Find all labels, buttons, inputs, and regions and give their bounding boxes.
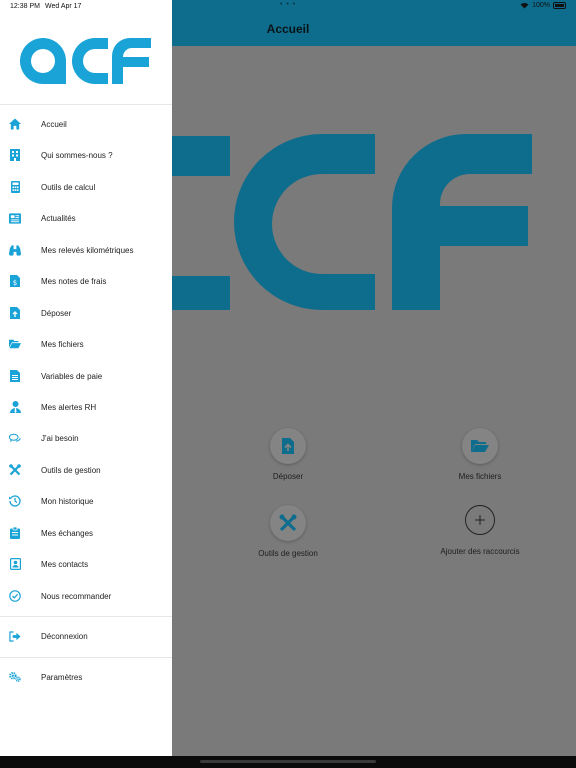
clipboard-icon xyxy=(9,527,21,539)
home-bar xyxy=(0,756,576,768)
file-upload-icon xyxy=(270,428,306,464)
binoculars-icon xyxy=(9,244,21,256)
drawer-item-deposer[interactable]: Déposer xyxy=(0,299,172,327)
document-icon xyxy=(9,370,21,382)
check-circle-icon xyxy=(9,590,21,602)
wifi-icon xyxy=(520,2,529,9)
history-icon xyxy=(9,495,21,507)
receipt-icon: $ xyxy=(9,275,21,287)
drawer-item-label: Accueil xyxy=(41,119,67,129)
drawer-item-outils-de-gestion[interactable]: Outils de gestion xyxy=(0,456,172,484)
drawer-item-actualites[interactable]: Actualités xyxy=(0,204,172,232)
calculator-icon xyxy=(9,181,21,193)
drawer-item-label: Déconnexion xyxy=(41,631,88,641)
shortcut-label: Outils de gestion xyxy=(258,549,318,558)
status-date: Wed Apr 17 xyxy=(45,3,82,10)
tools-icon xyxy=(270,505,306,541)
user-tie-icon xyxy=(9,401,21,413)
drawer-item-accueil[interactable]: Accueil xyxy=(0,110,172,138)
shortcut-outils-de-gestion[interactable]: Outils de gestion xyxy=(208,505,368,558)
status-bar: 12:38 PM Wed Apr 17 • • • 100% xyxy=(0,0,576,14)
drawer-item-label: J'ai besoin xyxy=(41,433,79,443)
drawer-item-label: Nous recommander xyxy=(41,591,112,601)
shortcut-label: Déposer xyxy=(272,472,304,481)
drawer-item-outils-de-calcul[interactable]: Outils de calcul xyxy=(0,173,172,201)
drawer-item-mes-contacts[interactable]: Mes contacts xyxy=(0,550,172,578)
drawer-item-parametres[interactable]: Paramètres xyxy=(0,663,172,691)
svg-text:$: $ xyxy=(13,279,17,287)
shortcut-ajouter[interactable]: Ajouter des raccourcis xyxy=(400,505,560,556)
drawer-item-label: Mon historique xyxy=(41,496,94,506)
drawer-item-label: Qui sommes-nous ? xyxy=(41,150,113,160)
home-icon xyxy=(9,118,21,130)
drawer-item-label: Paramètres xyxy=(41,672,83,682)
folder-open-icon xyxy=(9,338,21,350)
chat-bubbles-icon xyxy=(9,432,21,444)
navigation-drawer: Accueil Qui sommes-nous ? Outils de calc… xyxy=(0,0,172,756)
shortcut-label: Ajouter des raccourcis xyxy=(440,547,520,556)
divider xyxy=(0,657,172,658)
drawer-item-variables-de-paie[interactable]: Variables de paie xyxy=(0,362,172,390)
drawer-item-mes-echanges[interactable]: Mes échanges xyxy=(0,519,172,547)
building-icon xyxy=(9,149,21,161)
divider xyxy=(0,104,172,105)
acf-logo xyxy=(20,38,151,84)
battery-icon xyxy=(553,2,566,9)
drawer-item-alertes-rh[interactable]: Mes alertes RH xyxy=(0,393,172,421)
drawer-item-releves-kilometriques[interactable]: Mes relevés kilométriques xyxy=(0,236,172,264)
drawer-item-label: Mes notes de frais xyxy=(41,276,107,286)
drawer-item-label: Mes échanges xyxy=(41,528,94,538)
drawer-item-label: Variables de paie xyxy=(41,371,103,381)
contact-card-icon xyxy=(9,558,21,570)
drawer-item-notes-de-frais[interactable]: $ Mes notes de frais xyxy=(0,267,172,295)
drawer-item-mes-fichiers[interactable]: Mes fichiers xyxy=(0,330,172,358)
drawer-item-nous-recommander[interactable]: Nous recommander xyxy=(0,582,172,610)
home-indicator[interactable] xyxy=(200,760,376,763)
shortcut-deposer[interactable]: Déposer xyxy=(208,428,368,481)
status-time: 12:38 PM xyxy=(10,3,40,10)
drawer-item-label: Outils de calcul xyxy=(41,182,96,192)
sign-out-icon xyxy=(9,630,21,642)
drawer-item-label: Mes alertes RH xyxy=(41,402,97,412)
drawer-item-label: Mes relevés kilométriques xyxy=(41,245,134,255)
tools-icon xyxy=(9,464,21,476)
newspaper-icon xyxy=(9,212,21,224)
battery-percent: 100% xyxy=(532,2,550,9)
drawer-item-label: Outils de gestion xyxy=(41,465,101,475)
plus-icon xyxy=(465,505,495,535)
drawer-item-jai-besoin[interactable]: J'ai besoin xyxy=(0,424,172,452)
folder-open-icon xyxy=(462,428,498,464)
multitask-dots[interactable]: • • • xyxy=(280,1,296,8)
cogs-icon xyxy=(9,671,21,683)
drawer-item-label: Mes contacts xyxy=(41,559,89,569)
shortcut-mes-fichiers[interactable]: Mes fichiers xyxy=(400,428,560,481)
drawer-item-qui-sommes-nous[interactable]: Qui sommes-nous ? xyxy=(0,141,172,169)
divider xyxy=(0,616,172,617)
drawer-item-label: Déposer xyxy=(41,308,72,318)
drawer-item-historique[interactable]: Mon historique xyxy=(0,487,172,515)
drawer-item-label: Actualités xyxy=(41,213,76,223)
drawer-item-label: Mes fichiers xyxy=(41,339,84,349)
shortcut-label: Mes fichiers xyxy=(458,472,502,481)
drawer-item-deconnexion[interactable]: Déconnexion xyxy=(0,622,172,650)
file-upload-icon xyxy=(9,307,21,319)
